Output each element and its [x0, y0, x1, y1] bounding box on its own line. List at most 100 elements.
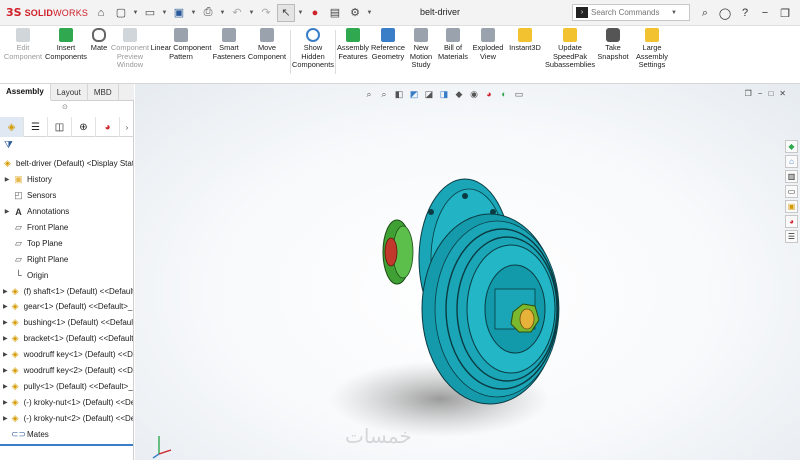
- tree-item-right-plane[interactable]: ▱ Right Plane: [0, 251, 133, 267]
- tree-item-annotations[interactable]: ▶ A Annotations: [0, 204, 133, 220]
- tab-layout[interactable]: Layout: [51, 84, 88, 101]
- large-assembly-settings-button[interactable]: Large Assembly Settings: [632, 28, 672, 70]
- expand-arrow-icon[interactable]: ▶: [3, 303, 8, 310]
- new-caret-icon[interactable]: ▼: [132, 10, 139, 16]
- tree-item-top-plane[interactable]: ▱ Top Plane: [0, 235, 133, 251]
- shaft-and-nut[interactable]: [494, 288, 540, 333]
- custom-properties-icon[interactable]: ☰: [785, 230, 798, 243]
- print-icon[interactable]: ⎙: [199, 4, 217, 22]
- exploded-view-button[interactable]: Exploded View: [470, 28, 506, 61]
- expand-arrow-icon[interactable]: ▶: [3, 208, 11, 215]
- tree-item-kroky-nut-1[interactable]: ▶ ◈ (-) kroky-nut<1> (Default) <<Def: [0, 394, 133, 410]
- restore-icon[interactable]: ❐: [776, 4, 794, 22]
- expand-arrow-icon[interactable]: ▶: [3, 415, 8, 422]
- smart-fasteners-button[interactable]: Smart Fasteners: [212, 28, 246, 61]
- tree-item-origin[interactable]: └ Origin: [0, 267, 133, 283]
- linear-component-pattern-button[interactable]: Linear Component Pattern: [150, 28, 212, 61]
- tree-item-kroky-nut-2[interactable]: ▶ ◈ (-) kroky-nut<2> (Default) <<Def: [0, 410, 133, 426]
- tree-item-woodruff-key-2[interactable]: ▶ ◈ woodruff key<2> (Default) <<Def: [0, 363, 133, 379]
- tree-item-pully[interactable]: ▶ ◈ pully<1> (Default) <<Default>_Di: [0, 378, 133, 394]
- dimxpert-manager-tab-icon[interactable]: ⊕: [72, 117, 96, 137]
- pulley-part[interactable]: [421, 213, 560, 405]
- tree-item-bracket[interactable]: ▶◈bracket<1> (Default) <<Default>_D: [0, 331, 133, 347]
- file-explorer-icon[interactable]: ▭: [785, 185, 798, 198]
- select-caret-icon[interactable]: ▼: [297, 10, 304, 16]
- help-icon[interactable]: ?: [736, 4, 754, 22]
- instant3d-icon: [518, 28, 532, 42]
- bill-of-materials-button[interactable]: Bill of Materials: [436, 28, 470, 61]
- expand-arrow-icon[interactable]: ▶: [3, 319, 8, 326]
- search-commands[interactable]: › ▼: [572, 4, 690, 21]
- undo-icon[interactable]: ↶: [228, 4, 246, 22]
- appearances-scenes-icon[interactable]: ◕: [785, 215, 798, 228]
- belt-driver-model[interactable]: [135, 84, 800, 460]
- graphics-area[interactable]: ⌕ ⌕ ◧ ◩ ◪ ◨ ◆ ◉ ◕ ◐ ▭ ❐ − □ ✕ ◆ ⌂ ▥ ▭ ▣ …: [135, 84, 800, 460]
- select-pointer-icon[interactable]: ↖: [277, 3, 295, 22]
- tree-item-sensors[interactable]: ◰ Sensors: [0, 188, 133, 204]
- search-caret-icon[interactable]: ▼: [671, 10, 677, 16]
- redo-icon[interactable]: ↷: [257, 4, 275, 22]
- 3d-content-central-icon[interactable]: ⌂: [785, 155, 798, 168]
- solidworks-resources-icon[interactable]: ◆: [785, 140, 798, 153]
- assembly-features-button[interactable]: Assembly Features: [336, 28, 370, 61]
- undo-caret-icon[interactable]: ▼: [248, 10, 255, 16]
- tree-item-mates[interactable]: ⊂⊃ Mates: [0, 426, 133, 442]
- expand-arrow-icon[interactable]: ▶: [3, 367, 8, 374]
- user-account-icon[interactable]: ◯: [716, 4, 734, 22]
- instant3d-button[interactable]: Instant3D: [506, 28, 544, 53]
- component-preview-window-button[interactable]: Component Preview Window: [110, 28, 150, 70]
- search-input[interactable]: [591, 8, 671, 17]
- panel-collapse-icon[interactable]: ⊙: [62, 103, 68, 111]
- save-caret-icon[interactable]: ▼: [190, 10, 197, 16]
- tree-item-gear[interactable]: ▶ ◈ gear<1> (Default) <<Default>_Dis: [0, 299, 133, 315]
- move-component-button[interactable]: Move Component: [246, 28, 288, 61]
- view-palette-icon[interactable]: ▣: [785, 200, 798, 213]
- options-gear-icon[interactable]: ⚙: [346, 4, 364, 22]
- tree-item-shaft[interactable]: ▶◈(f) shaft<1> (Default) <<Default>_Di: [0, 283, 133, 299]
- expand-arrow-icon[interactable]: ▶: [3, 399, 8, 406]
- edit-component-button[interactable]: Edit Component: [2, 28, 44, 61]
- open-folder-icon[interactable]: ▭: [141, 4, 159, 22]
- take-snapshot-button[interactable]: Take Snapshot: [594, 28, 632, 61]
- expand-arrow-icon[interactable]: ▶: [3, 288, 8, 295]
- display-manager-tab-icon[interactable]: ◕: [96, 117, 120, 137]
- options-caret-icon[interactable]: ▼: [366, 10, 373, 16]
- component-preview-icon: [123, 28, 137, 42]
- gear-part[interactable]: [382, 219, 414, 285]
- configuration-manager-tab-icon[interactable]: ◫: [48, 117, 72, 137]
- tree-item-woodruff-key-1[interactable]: ▶ ◈ woodruff key<1> (Default) <<Def: [0, 347, 133, 363]
- more-tabs-icon[interactable]: ›: [120, 117, 134, 137]
- insert-components-button[interactable]: Insert Components: [44, 28, 88, 61]
- tree-item-bushing[interactable]: ▶◈bushing<1> (Default) <<Default>_D: [0, 315, 133, 331]
- show-hidden-components-button[interactable]: Show Hidden Components: [292, 28, 334, 70]
- expand-arrow-icon[interactable]: ▶: [3, 176, 11, 183]
- tab-assembly[interactable]: Assembly: [0, 84, 51, 101]
- expand-arrow-icon[interactable]: ▶: [3, 351, 8, 358]
- design-library-icon[interactable]: ▥: [785, 170, 798, 183]
- search-icon[interactable]: ⌕: [696, 4, 714, 22]
- update-speedpak-button[interactable]: Update SpeedPak Subassemblies: [545, 28, 595, 70]
- print-caret-icon[interactable]: ▼: [219, 10, 226, 16]
- expand-arrow-icon[interactable]: ▶: [3, 335, 8, 342]
- reference-geometry-button[interactable]: Reference Geometry: [370, 28, 406, 61]
- home-icon[interactable]: ⌂: [92, 4, 110, 22]
- tree-item-root[interactable]: ◈belt-driver (Default) <Display State-1>: [0, 156, 133, 172]
- new-document-icon[interactable]: ▢: [112, 4, 130, 22]
- open-caret-icon[interactable]: ▼: [161, 10, 168, 16]
- solidworks-logo[interactable]: 3S SOLIDWORKS: [0, 0, 92, 26]
- close-icon[interactable]: ✕: [796, 4, 800, 22]
- expand-arrow-icon[interactable]: ▶: [3, 383, 8, 390]
- minimize-icon[interactable]: −: [756, 4, 774, 22]
- filter-icon[interactable]: ⧩: [4, 140, 18, 154]
- tree-item-history[interactable]: ▶ ▣ History: [0, 172, 133, 188]
- file-properties-icon[interactable]: ▤: [326, 4, 344, 22]
- quick-access-toolbar: ⌂ ▢ ▼ ▭ ▼ ▣ ▼ ⎙ ▼ ↶ ▼ ↷ ↖ ▼ ● ▤ ⚙ ▼: [92, 0, 373, 26]
- tab-mbd[interactable]: MBD: [88, 84, 119, 101]
- property-manager-tab-icon[interactable]: ☰: [24, 117, 48, 137]
- rebuild-icon[interactable]: ●: [306, 4, 324, 22]
- tree-item-front-plane[interactable]: ▱ Front Plane: [0, 220, 133, 236]
- new-motion-study-button[interactable]: New Motion Study: [406, 28, 436, 70]
- mate-button[interactable]: Mate: [88, 28, 110, 53]
- save-icon[interactable]: ▣: [170, 4, 188, 22]
- feature-manager-tab-icon[interactable]: ◈: [0, 117, 24, 137]
